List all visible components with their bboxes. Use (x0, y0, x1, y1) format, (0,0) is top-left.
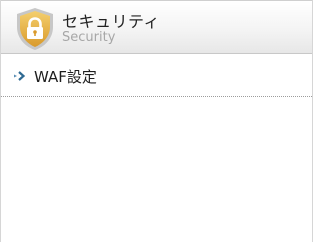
nav-list: WAF設定 (1, 54, 312, 97)
section-subtitle: Security (62, 30, 116, 45)
shield-lock-icon (17, 8, 53, 50)
nav-item-waf-settings[interactable]: WAF設定 (1, 54, 312, 97)
section-title: セキュリティ (62, 12, 161, 31)
nav-item-label: WAF設定 (34, 68, 97, 86)
security-sidebar-panel: セキュリティ Security WAF設定 (0, 0, 313, 242)
double-arrow-icon (14, 71, 26, 81)
section-header: セキュリティ Security (1, 0, 312, 54)
